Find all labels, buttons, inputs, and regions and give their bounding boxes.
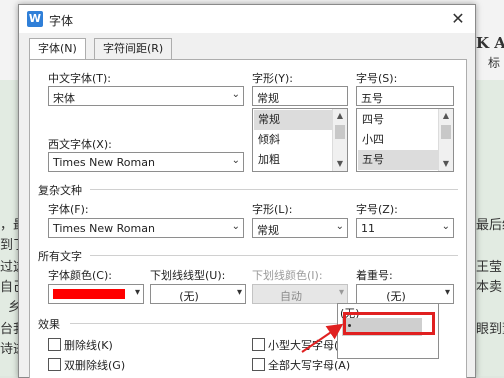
annotation-arrow (301, 323, 344, 353)
